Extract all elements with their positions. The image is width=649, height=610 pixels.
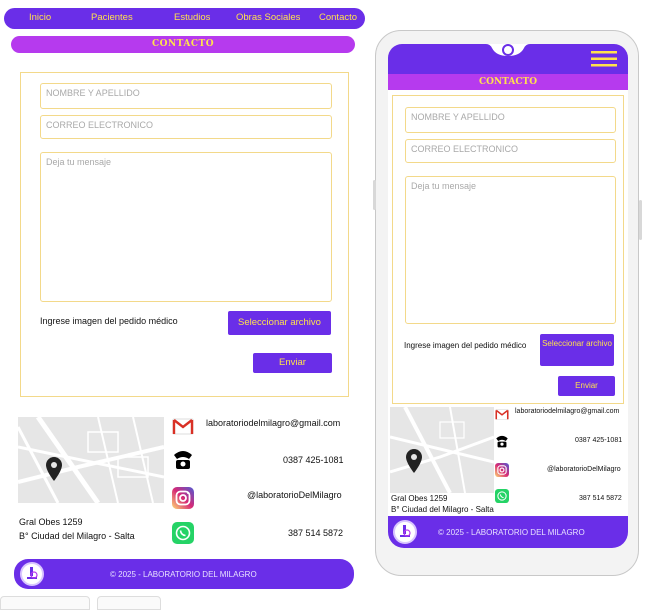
nav-contacto[interactable]: Contacto — [319, 12, 357, 23]
mobile-submit-button[interactable]: Enviar — [558, 376, 615, 396]
mobile-phone-text[interactable]: 0387 425-1081 — [575, 437, 622, 444]
section-title: CONTACTO — [11, 36, 355, 53]
mobile-address-line1: Gral Obes 1259 — [391, 494, 448, 503]
submit-button[interactable]: Enviar — [253, 353, 332, 373]
map-pin-icon — [46, 457, 62, 481]
mobile-select-file-button[interactable]: Seleccionar archivo — [540, 334, 614, 366]
front-camera — [502, 44, 514, 56]
phone-text[interactable]: 0387 425-1081 — [283, 455, 344, 465]
lab-logo — [20, 562, 44, 586]
mobile-upload-label: Ingrese imagen del pedido médico — [404, 341, 527, 350]
select-file-button[interactable]: Seleccionar archivo — [228, 311, 331, 335]
upload-label: Ingrese imagen del pedido médico — [40, 316, 178, 326]
email-input[interactable]: CORREO ELECTRONICO — [40, 115, 332, 139]
map-streets — [18, 417, 164, 503]
main-nav: Inicio Pacientes Estudios Obras Sociales… — [4, 8, 365, 29]
mobile-instagram-icon — [495, 463, 509, 477]
location-map[interactable] — [18, 417, 164, 503]
gmail-icon — [172, 418, 194, 435]
bottom-tab-1[interactable] — [0, 596, 90, 610]
mobile-footer-copyright: © 2025 - LABORATORIO DEL MILAGRO — [438, 528, 585, 537]
mobile-lab-logo — [393, 520, 417, 544]
address-line2: B° Ciudad del Milagro - Salta — [19, 531, 135, 541]
nav-inicio[interactable]: Inicio — [29, 12, 51, 23]
footer-copyright: © 2025 - LABORATORIO DEL MILAGRO — [110, 570, 257, 579]
instagram-text[interactable]: @laboratorioDelMilagro — [247, 490, 342, 500]
address-line1: Gral Obes 1259 — [19, 517, 83, 527]
mobile-location-map[interactable] — [390, 407, 494, 493]
mobile-whatsapp-icon — [495, 489, 509, 503]
mobile-screen: CONTACTO NOMBRE Y APELLIDO CORREO ELECTR… — [388, 44, 628, 548]
mobile-section-title: CONTACTO — [388, 74, 628, 90]
mobile-instagram-text[interactable]: @laboratorioDelMilagro — [547, 466, 621, 473]
mobile-gmail-icon — [495, 409, 509, 420]
phone-side-button-left — [373, 180, 376, 210]
mobile-message-textarea[interactable]: Deja tu mensaje — [405, 176, 616, 324]
mobile-name-input[interactable]: NOMBRE Y APELLIDO — [405, 107, 616, 133]
email-text[interactable]: laboratoriodelmilagro@gmail.com — [206, 418, 340, 428]
mobile-address-line2: B° Ciudad del Milagro - Salta — [391, 505, 494, 514]
phone-side-button — [639, 200, 642, 240]
nav-obras-sociales[interactable]: Obras Sociales — [236, 12, 300, 23]
message-textarea[interactable]: Deja tu mensaje — [40, 152, 332, 302]
mobile-email-text[interactable]: laboratoriodelmilagro@gmail.com — [515, 408, 619, 415]
bottom-tab-2[interactable] — [97, 596, 161, 610]
whatsapp-icon — [172, 522, 194, 544]
mobile-email-input[interactable]: CORREO ELECTRONICO — [405, 139, 616, 163]
microscope-icon — [27, 567, 38, 579]
mobile-footer: © 2025 - LABORATORIO DEL MILAGRO — [388, 516, 628, 548]
name-input[interactable]: NOMBRE Y APELLIDO — [40, 83, 332, 109]
nav-estudios[interactable]: Estudios — [174, 12, 210, 23]
whatsapp-text[interactable]: 387 514 5872 — [288, 528, 343, 538]
footer: © 2025 - LABORATORIO DEL MILAGRO — [14, 559, 354, 589]
mobile-phone-icon — [496, 435, 508, 448]
nav-pacientes[interactable]: Pacientes — [91, 12, 133, 23]
phone-icon — [174, 451, 192, 469]
hamburger-menu-icon[interactable] — [591, 51, 617, 67]
mobile-whatsapp-text[interactable]: 387 514 5872 — [579, 495, 622, 502]
mobile-map-pin-icon — [406, 449, 422, 473]
instagram-icon — [172, 487, 194, 509]
mobile-microscope-icon — [400, 525, 411, 537]
